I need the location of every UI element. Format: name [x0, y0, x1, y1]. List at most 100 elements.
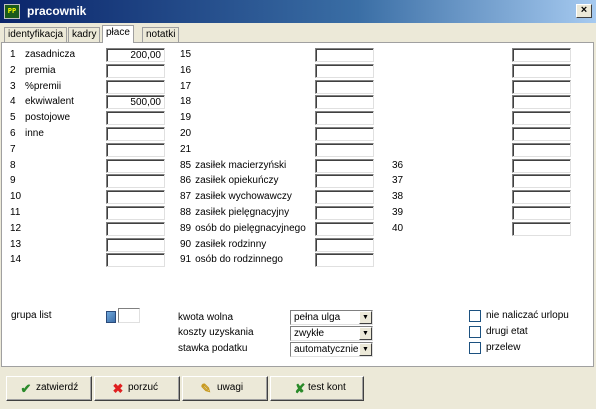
cancel-label: porzuć — [128, 382, 159, 393]
benefit-row-label: 87 zasiłek wychowawczy — [180, 191, 292, 203]
component-value-field[interactable] — [106, 206, 165, 220]
component-value-field[interactable] — [106, 127, 165, 141]
koszty-uzyskania-value: zwykłe — [294, 328, 325, 339]
extra-value-field[interactable] — [512, 190, 571, 205]
benefit-value-field[interactable] — [315, 63, 374, 78]
component-row-label: 8 — [10, 160, 25, 172]
extra-row-number: 39 — [392, 207, 404, 218]
component-row-text: zasadnicza — [25, 49, 76, 60]
benefit-value-field[interactable] — [315, 174, 374, 189]
benefit-row-text: zasiłek wychowawczy — [195, 191, 292, 203]
benefit-value-field[interactable] — [315, 158, 374, 173]
component-value-field[interactable] — [106, 142, 165, 157]
benefit-value-field[interactable] — [315, 48, 374, 62]
confirm-button[interactable]: ✔ zatwierdź — [6, 376, 92, 401]
component-value-field[interactable] — [106, 190, 165, 205]
chevron-down-icon[interactable]: ▼ — [359, 311, 372, 324]
cross-icon: ✖ — [112, 381, 124, 396]
benefit-row-number: 17 — [180, 80, 192, 92]
benefit-value-field[interactable] — [315, 237, 374, 252]
grupa-list-field[interactable] — [118, 308, 140, 323]
component-row-number: 10 — [10, 191, 22, 203]
component-value-field[interactable] — [106, 174, 165, 189]
tab-kadry[interactable]: kadry — [68, 27, 101, 42]
checkmark-icon: ✔ — [20, 381, 32, 396]
tab-identyfikacja[interactable]: identyfikacja — [4, 27, 68, 42]
benefit-row-label: 89 osób do pielęgnacyjnego — [180, 223, 306, 235]
component-value-field[interactable] — [106, 111, 165, 126]
drugi-etat-checkbox[interactable] — [469, 326, 481, 338]
benefit-row-number: 88 — [180, 207, 192, 218]
component-value-field[interactable] — [106, 253, 165, 268]
cancel-button[interactable]: ✖ porzuć — [94, 376, 180, 401]
przelew-checkbox[interactable] — [469, 342, 481, 354]
test-icon: ✘ — [294, 381, 306, 396]
benefit-value-field[interactable] — [315, 142, 374, 157]
component-value-field[interactable] — [106, 79, 165, 94]
test-kont-button[interactable]: ✘ test kont — [270, 376, 364, 401]
component-row-number: 6 — [10, 128, 16, 139]
benefit-value-field[interactable] — [315, 111, 374, 126]
window-title: pracownik — [27, 4, 87, 18]
benefit-value-field[interactable] — [315, 206, 374, 220]
benefit-row-label: 15 — [180, 49, 195, 61]
benefit-row-text: zasiłek opiekuńczy — [195, 175, 279, 187]
extra-value-field[interactable] — [512, 63, 571, 78]
benefit-row-label: 85 zasiłek macierzyński — [180, 160, 286, 172]
component-value-field[interactable] — [106, 237, 165, 252]
extra-value-field[interactable] — [512, 206, 571, 220]
tab-notatki[interactable]: notatki — [142, 27, 180, 42]
extra-value-field[interactable] — [512, 142, 571, 157]
benefit-value-field[interactable] — [315, 127, 374, 141]
notes-label: uwagi — [217, 382, 244, 393]
component-value-field[interactable] — [106, 63, 165, 78]
stawka-podatku-select[interactable]: automatycznie ▼ — [290, 342, 373, 357]
benefit-row-text: zasiłek pielęgnacyjny — [195, 207, 290, 218]
notes-button[interactable]: ✎ uwagi — [182, 376, 268, 401]
extra-value-field[interactable] — [512, 158, 571, 173]
list-picker-icon[interactable] — [106, 311, 116, 323]
benefit-value-field[interactable] — [315, 79, 374, 94]
component-row-label: 2 premia — [10, 65, 56, 77]
component-row-label: 14 — [10, 254, 25, 266]
extra-value-field[interactable] — [512, 221, 571, 236]
extra-value-field[interactable] — [512, 111, 571, 126]
kwota-wolna-select[interactable]: pełna ulga ▼ — [290, 310, 373, 325]
benefit-value-field[interactable] — [315, 221, 374, 236]
benefit-row-number: 91 — [180, 254, 192, 266]
benefit-row-number: 86 — [180, 175, 192, 187]
benefit-row-label: 91 osób do rodzinnego — [180, 254, 283, 266]
stawka-podatku-value: automatycznie — [294, 344, 359, 355]
benefit-value-field[interactable] — [315, 95, 374, 110]
component-row-label: 5 postojowe — [10, 112, 70, 124]
chevron-down-icon[interactable]: ▼ — [359, 327, 372, 340]
koszty-uzyskania-select[interactable]: zwykłe ▼ — [290, 326, 373, 341]
chevron-down-icon[interactable]: ▼ — [359, 343, 372, 356]
benefit-value-field[interactable] — [315, 190, 374, 205]
component-value-field[interactable]: 200,00 — [106, 48, 165, 62]
component-value-field[interactable] — [106, 158, 165, 173]
component-row-label: 1 zasadnicza — [10, 49, 75, 61]
extra-value-field[interactable] — [512, 127, 571, 141]
notes-icon: ✎ — [200, 381, 212, 396]
extra-value-field[interactable] — [512, 174, 571, 189]
benefit-row-number: 87 — [180, 191, 192, 203]
component-row-number: 13 — [10, 238, 22, 250]
benefit-row-number: 16 — [180, 64, 192, 76]
stawka-podatku-label: stawka podatku — [178, 343, 248, 354]
close-button[interactable]: × — [576, 4, 592, 18]
nie-naliczac-urlopu-checkbox[interactable] — [469, 310, 481, 322]
component-value-field[interactable]: 500,00 — [106, 95, 165, 110]
extra-value-field[interactable] — [512, 95, 571, 110]
extra-value-field[interactable] — [512, 79, 571, 94]
przelew-label: przelew — [486, 342, 521, 353]
component-value-field[interactable] — [106, 221, 165, 236]
tab-place[interactable]: płace — [102, 25, 134, 43]
component-row-text: ekwiwalent — [25, 96, 74, 108]
benefit-value-field[interactable] — [315, 253, 374, 268]
benefit-row-label: 17 — [180, 81, 195, 93]
benefit-row-number: 90 — [180, 238, 192, 250]
benefit-row-text: osób do pielęgnacyjnego — [195, 222, 306, 234]
component-row-number: 12 — [10, 222, 22, 234]
extra-value-field[interactable] — [512, 48, 571, 62]
